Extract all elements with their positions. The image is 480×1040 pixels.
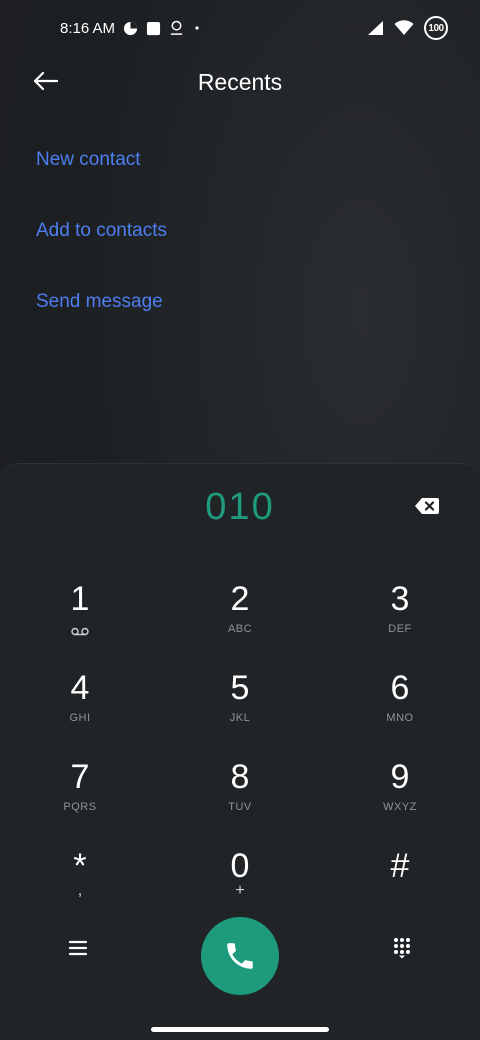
key-letters: ABC: [227, 623, 253, 635]
key-digit: 9: [390, 758, 410, 796]
keypad-row: 4 GHI 5 JKL 6 MNO: [0, 668, 480, 757]
app-header: Recents: [0, 56, 480, 108]
key-digit: 4: [70, 669, 90, 707]
key-digit: 8: [230, 758, 250, 796]
key-digit: 1: [70, 580, 90, 618]
wifi-icon: [394, 20, 414, 36]
backspace-icon: [415, 498, 439, 514]
battery-icon: 100: [424, 16, 448, 40]
backspace-button[interactable]: [414, 496, 440, 516]
dialpad-toggle-button[interactable]: [392, 937, 412, 959]
key-digit: 7: [70, 758, 90, 796]
phone-icon: [227, 943, 253, 969]
key-digit: #: [390, 847, 410, 885]
key-7[interactable]: 7 PQRS: [0, 757, 160, 846]
key-letters: +: [235, 882, 245, 899]
key-5[interactable]: 5 JKL: [160, 668, 320, 757]
keypad-row: 7 PQRS 8 TUV 9 WXYZ: [0, 757, 480, 846]
notification-square-icon: [146, 21, 161, 36]
dialpad-icon: [394, 938, 410, 959]
key-letters: ,: [77, 882, 83, 899]
page-title: Recents: [197, 68, 283, 95]
key-digit: 2: [230, 580, 250, 618]
dialer-bottom-row: [0, 917, 480, 997]
dialer-panel: 010 1 2 ABC 3 DEF 4 GHI 5 JKL 6 MNO 7 PQ…: [0, 463, 480, 1040]
key-digit: 0: [230, 847, 250, 885]
key-3[interactable]: 3 DEF: [320, 579, 480, 668]
add-to-contacts-link[interactable]: Add to contacts: [36, 211, 167, 282]
dot-icon: [192, 23, 202, 33]
key-2[interactable]: 2 ABC: [160, 579, 320, 668]
key-digit: 6: [390, 669, 410, 707]
key-digit: *: [73, 847, 87, 885]
key-letters: JKL: [229, 712, 251, 724]
key-1[interactable]: 1: [0, 579, 160, 668]
call-button[interactable]: [201, 917, 279, 995]
status-left: 8:16 AM: [60, 20, 202, 37]
location-pin-icon: [169, 20, 184, 36]
signal-icon: [367, 20, 384, 36]
status-time: 8:16 AM: [60, 19, 116, 37]
back-button[interactable]: [28, 66, 62, 96]
data-saver-icon: [123, 21, 138, 36]
key-letters: MNO: [386, 712, 414, 724]
new-contact-link[interactable]: New contact: [36, 140, 167, 211]
send-message-link[interactable]: Send message: [36, 282, 167, 353]
key-letters: GHI: [69, 712, 91, 724]
home-indicator[interactable]: [151, 1027, 329, 1032]
key-letters: DEF: [388, 623, 412, 635]
recent-actions: New contact Add to contacts Send message: [36, 140, 167, 353]
arrow-left-icon: [33, 71, 58, 91]
key-digit: 5: [230, 669, 250, 707]
key-4[interactable]: 4 GHI: [0, 668, 160, 757]
menu-button[interactable]: [68, 939, 88, 957]
menu-icon: [68, 940, 88, 956]
dialed-number[interactable]: 010: [0, 486, 480, 529]
key-letters: TUV: [228, 801, 252, 813]
voicemail-icon: [71, 623, 89, 641]
key-6[interactable]: 6 MNO: [320, 668, 480, 757]
status-right: 100: [367, 16, 448, 40]
key-letters: PQRS: [63, 801, 97, 813]
key-8[interactable]: 8 TUV: [160, 757, 320, 846]
status-bar: 8:16 AM 100: [0, 0, 480, 56]
keypad-row: 1 2 ABC 3 DEF: [0, 579, 480, 668]
dialer-screen: 8:16 AM 100 Recents New contact Add to c…: [0, 0, 480, 1040]
keypad: 1 2 ABC 3 DEF 4 GHI 5 JKL 6 MNO 7 PQRS 8…: [0, 579, 480, 935]
key-9[interactable]: 9 WXYZ: [320, 757, 480, 846]
key-letters: WXYZ: [383, 801, 417, 813]
key-digit: 3: [390, 580, 410, 618]
